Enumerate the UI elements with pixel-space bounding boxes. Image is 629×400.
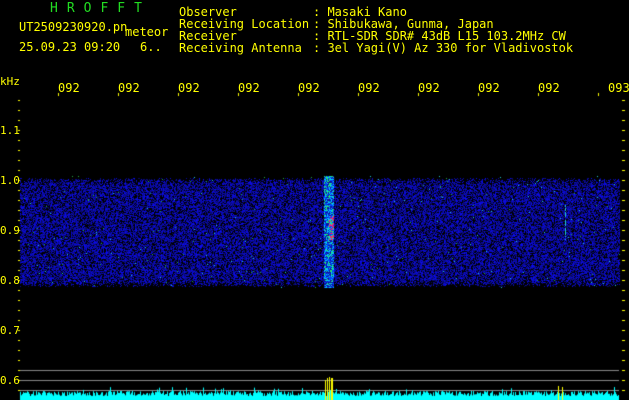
- antenna-label: Receiving Antenna: [179, 41, 302, 55]
- waterfall-spectrogram: [0, 0, 629, 400]
- y-tick-label: 0.9: [0, 224, 20, 237]
- time-tick-label: 092: [238, 81, 260, 95]
- time-tick-label: 092: [298, 81, 320, 95]
- time-tick-label: 092: [58, 81, 80, 95]
- datetime: 25.09.23 09:20: [19, 40, 121, 54]
- y-tick-label: 0.6: [0, 374, 20, 387]
- time-tick-label: 0930: [608, 81, 629, 95]
- count: 6..: [140, 40, 162, 54]
- y-tick-label: 0.8: [0, 274, 20, 287]
- mode-label: meteor: [125, 25, 169, 39]
- time-tick-label: 092: [118, 81, 140, 95]
- antenna-value: 3el Yagi(V) Az 330 for Vladivostok: [327, 41, 574, 55]
- filename: UT2509230920.pn: [19, 20, 128, 34]
- time-tick-label: 092: [358, 81, 380, 95]
- y-tick-label: 0.7: [0, 324, 20, 337]
- y-tick-label: 1.0: [0, 174, 20, 187]
- time-tick-label: 092: [478, 81, 500, 95]
- y-tick-label: 1.1: [0, 124, 20, 137]
- time-tick-label: 092: [418, 81, 440, 95]
- unit-label: kHz: [0, 75, 20, 88]
- time-tick-label: 092: [538, 81, 560, 95]
- app-title: HROFFT: [50, 1, 151, 16]
- time-tick-label: 092: [178, 81, 200, 95]
